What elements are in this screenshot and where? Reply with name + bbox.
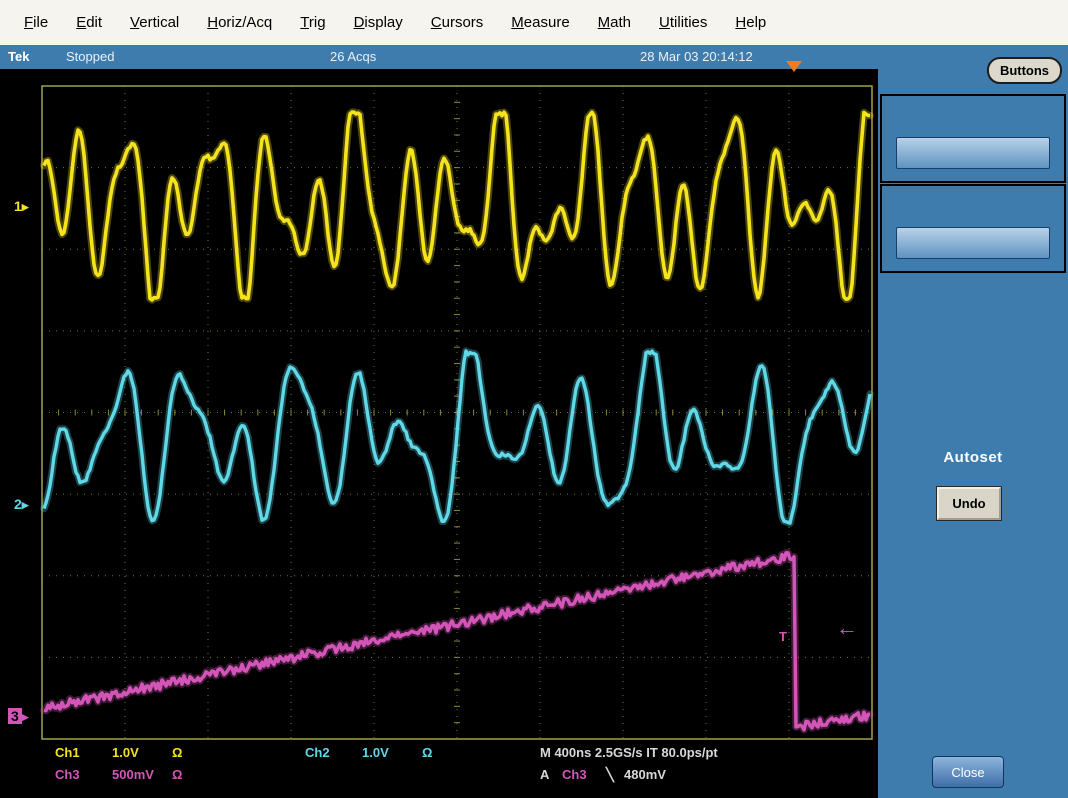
acquisition-state: Stopped — [66, 49, 114, 64]
trigger-slope-icon: ╲ — [606, 767, 614, 783]
menu-item-measure[interactable]: Measure — [497, 10, 583, 35]
acquisition-count: 26 Acqs — [330, 49, 376, 64]
control-field-group-2 — [880, 184, 1066, 273]
right-arrow-icon: ▶ — [22, 202, 29, 212]
menu-item-math[interactable]: Math — [584, 10, 645, 35]
ch1-coupling-readout: Ω — [172, 745, 182, 760]
ch2-marker-number: 2 — [14, 496, 22, 512]
ch3-scale-readout: 500mV — [112, 767, 154, 782]
close-button[interactable]: Close — [932, 756, 1004, 788]
control-value-field-1[interactable] — [896, 137, 1050, 169]
ch3-marker-number: 3 — [8, 708, 22, 724]
ch2-readout-label: Ch2 — [305, 745, 330, 760]
timebase-readout: M 400ns 2.5GS/s IT 80.0ps/pt — [540, 745, 718, 760]
ch1-scale-readout: 1.0V — [112, 745, 139, 760]
ch1-marker-number: 1 — [14, 198, 22, 214]
graticule-and-traces — [0, 69, 878, 798]
menu-item-display[interactable]: Display — [340, 10, 417, 35]
buttons-button[interactable]: Buttons — [987, 57, 1062, 84]
waveform-display: 1▶ 2▶ 3▶ T ← Ch1 1.0V Ω Ch2 1.0V Ω M 400… — [0, 69, 878, 798]
menu-item-cursors[interactable]: Cursors — [417, 10, 498, 35]
trigger-mode-readout: A — [540, 767, 549, 782]
ch1-reference-marker: 1▶ — [14, 199, 29, 214]
ch2-coupling-readout: Ω — [422, 745, 432, 760]
menu-item-edit[interactable]: Edit — [62, 10, 116, 35]
menu-item-horiz-acq[interactable]: Horiz/Acq — [193, 10, 286, 35]
menu-item-help[interactable]: Help — [721, 10, 780, 35]
ch1-readout-label: Ch1 — [55, 745, 80, 760]
control-field-group-1 — [880, 94, 1066, 183]
ch3-coupling-readout: Ω — [172, 767, 182, 782]
menu-item-utilities[interactable]: Utilities — [645, 10, 721, 35]
control-value-field-2[interactable] — [896, 227, 1050, 259]
undo-button[interactable]: Undo — [937, 487, 1001, 520]
trigger-position-icon — [786, 61, 802, 72]
menu-bar: File Edit Vertical Horiz/Acq Trig Displa… — [0, 0, 1068, 45]
right-arrow-icon: ▶ — [22, 500, 29, 510]
brand-label: Tek — [8, 49, 29, 64]
menu-item-file[interactable]: File — [10, 10, 62, 35]
ch2-scale-readout: 1.0V — [362, 745, 389, 760]
ch3-readout-label: Ch3 — [55, 767, 80, 782]
menu-item-vertical[interactable]: Vertical — [116, 10, 193, 35]
control-panel: Autoset Undo Close — [878, 69, 1068, 798]
status-bar: Tek Stopped 26 Acqs 28 Mar 03 20:14:12 — [0, 45, 1068, 69]
trigger-level-arrow-icon: ← — [836, 617, 858, 639]
datetime-readout: 28 Mar 03 20:14:12 — [640, 49, 753, 64]
ch2-reference-marker: 2▶ — [14, 497, 29, 512]
right-arrow-icon: ▶ — [22, 712, 29, 722]
menu-item-trig[interactable]: Trig — [286, 10, 339, 35]
trigger-level-t-icon: T — [779, 629, 787, 644]
ch3-reference-marker: 3▶ — [8, 709, 29, 724]
trigger-source-readout: Ch3 — [562, 767, 587, 782]
trigger-level-readout: 480mV — [624, 767, 666, 782]
autoset-label: Autoset — [878, 449, 1068, 466]
